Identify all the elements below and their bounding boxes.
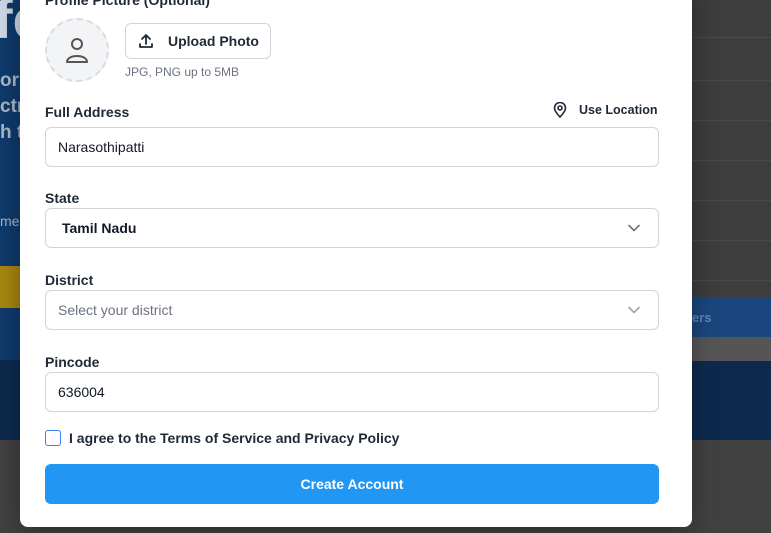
- background-divider: [691, 80, 771, 81]
- terms-row: I agree to the Terms of Service and Priv…: [45, 430, 399, 446]
- signup-modal: Profile Picture (Optional) Upload Photo …: [20, 0, 692, 527]
- background-divider: [691, 280, 771, 281]
- district-placeholder: Select your district: [58, 302, 173, 318]
- profile-picture-label: Profile Picture (Optional): [45, 0, 210, 8]
- pincode-label: Pincode: [45, 354, 100, 370]
- background-small-text: me: [0, 213, 20, 229]
- upload-hint: JPG, PNG up to 5MB: [125, 65, 240, 79]
- full-address-label: Full Address: [45, 104, 130, 120]
- full-address-field[interactable]: [45, 127, 659, 167]
- background-divider: [691, 240, 771, 241]
- upload-icon: [139, 34, 153, 48]
- avatar-placeholder[interactable]: [45, 18, 109, 82]
- background-divider: [691, 120, 771, 121]
- create-account-button[interactable]: Create Account: [45, 464, 659, 504]
- district-select[interactable]: Select your district: [45, 290, 659, 330]
- map-pin-icon: [553, 102, 567, 118]
- terms-label[interactable]: I agree to the Terms of Service and Priv…: [69, 430, 399, 446]
- state-label: State: [45, 190, 80, 206]
- full-address-input[interactable]: [58, 128, 658, 166]
- use-location-label: Use Location: [579, 103, 658, 117]
- pincode-input[interactable]: [58, 373, 658, 411]
- chevron-down-icon: [628, 224, 640, 232]
- background-divider: [691, 37, 771, 38]
- background-link: ers: [692, 310, 712, 325]
- upload-photo-button[interactable]: Upload Photo: [125, 23, 271, 59]
- background-divider: [691, 160, 771, 161]
- chevron-down-icon: [628, 306, 640, 314]
- background-band: [691, 337, 771, 361]
- background-divider: [691, 200, 771, 201]
- user-icon: [66, 38, 88, 63]
- background-side-panel: [691, 0, 771, 297]
- pincode-field[interactable]: [45, 372, 659, 412]
- state-selected-value: Tamil Nadu: [62, 220, 137, 236]
- terms-checkbox[interactable]: [45, 430, 61, 446]
- state-select[interactable]: Tamil Nadu: [45, 208, 659, 248]
- district-label: District: [45, 272, 94, 288]
- use-location-button[interactable]: Use Location: [553, 102, 658, 118]
- upload-photo-label: Upload Photo: [168, 33, 259, 49]
